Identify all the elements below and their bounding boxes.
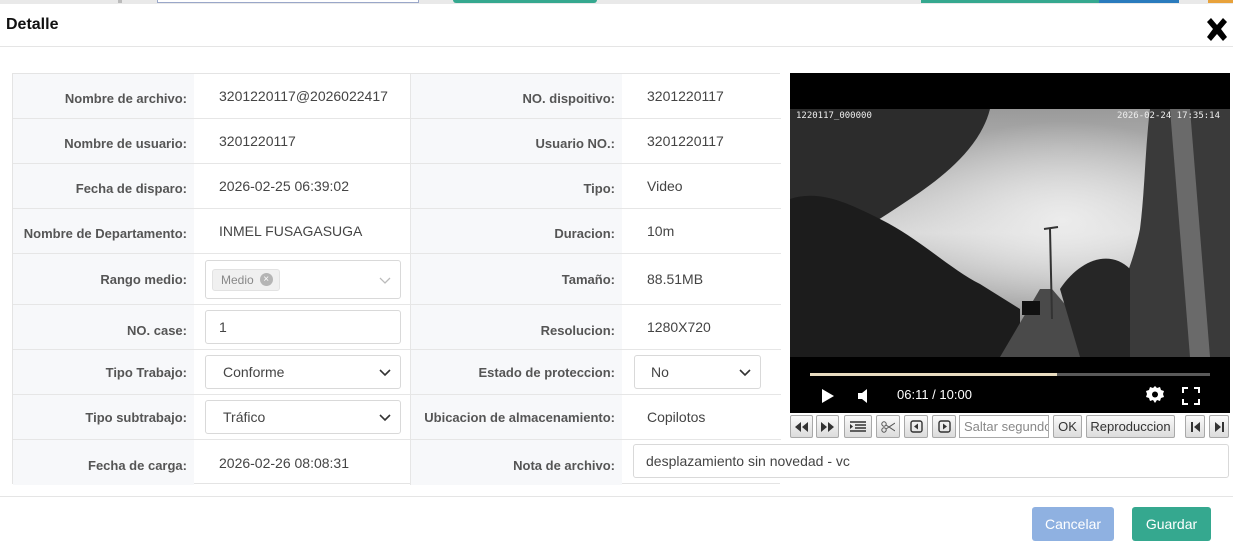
chevron-down-icon [379,414,391,422]
tipo-trabajo-select[interactable]: Conforme [205,355,401,389]
value-fecha-disparo: 2026-02-25 06:39:02 [194,164,411,208]
value-resolucion: 1280X720 [647,319,711,335]
save-button[interactable]: Guardar [1132,507,1211,541]
label-estado-proteccion: Estado de proteccion: [411,350,622,394]
value-cell-estado-proteccion: No [622,350,781,394]
estado-proteccion-value: No [651,364,669,380]
footer-divider [0,496,1233,497]
label-nombre-usuario: Nombre de usuario: [13,119,194,163]
label-duracion: Duracion: [411,209,622,253]
fullscreen-icon[interactable] [1182,387,1200,405]
time-display: 06:11 / 10:00 [897,387,972,402]
first-frame-icon[interactable] [1185,415,1205,438]
player-toolbar: Saltar segundos OK Reproduccion [790,415,1230,439]
label-tipo-subtrabajo: Tipo subtrabajo: [13,395,194,439]
progress-bar-fill [810,373,1058,376]
cancel-button[interactable]: Cancelar [1032,507,1114,541]
value-usuario-no: 3201220117 [647,133,724,149]
rewind-icon[interactable] [790,415,813,438]
value-tamano: 88.51MB [647,271,704,287]
form-row: Nombre de archivo: 3201220117@2026022417… [13,74,781,119]
value-departamento: INMEL FUSAGASUGA [194,209,411,253]
osd-timestamp: 2026-02-24 17:35:14 [1117,111,1220,121]
value-cell-tipo-trabajo: Conforme [194,350,411,394]
chevron-down-icon [739,369,751,377]
video-player[interactable]: 1220117_000000 2026-02-24 17:35:14 06:11… [790,73,1230,413]
value-ubicacion: Copilotos [647,409,706,425]
value-tipo: Video [647,178,683,194]
scissors-icon[interactable] [876,415,900,438]
list-icon[interactable] [844,415,872,438]
video-frame [790,109,1230,357]
form-row: Tipo subtrabajo: Tráfico Ubicacion de al… [13,395,781,440]
label-fecha-carga: Fecha de carga: [13,440,194,485]
close-icon[interactable] [1203,16,1231,44]
last-frame-icon[interactable] [1209,415,1229,438]
label-tipo-trabajo: Tipo Trabajo: [13,350,194,394]
form-row: Tipo Trabajo: Conforme Estado de protecc… [13,350,781,395]
tipo-trabajo-value: Conforme [223,364,285,380]
tipo-subtrabajo-value: Tráfico [223,409,266,425]
rango-medio-tag: Medio × [212,268,280,291]
next-frame-icon[interactable] [932,415,956,438]
detail-dialog: Detalle Nombre de archivo: 3201220117@20… [0,4,1233,549]
chevron-down-icon [379,369,391,377]
osd-camera-id: 1220117_000000 [796,111,872,121]
label-no-case: NO. case: [13,305,194,349]
label-nota-archivo: Nota de archivo: [411,440,622,485]
value-cell-no-case: 1 [194,305,411,349]
label-tamano: Tamaño: [411,254,622,304]
dialog-header: Detalle [0,4,1233,47]
label-departamento: Nombre de Departamento: [13,209,194,253]
chevron-down-icon [379,277,391,284]
label-fecha-disparo: Fecha de disparo: [13,164,194,208]
label-rango-medio: Rango medio: [13,254,194,304]
value-nombre-usuario: 3201220117 [194,119,411,163]
no-case-input[interactable]: 1 [205,310,401,344]
form-row: NO. case: 1 Resolucion: 1280X720 [13,305,781,350]
form-row: Nombre de usuario: 3201220117 Usuario NO… [13,119,781,164]
detail-form: Nombre de archivo: 3201220117@2026022417… [12,73,781,485]
label-ubicacion: Ubicacion de almacenamiento: [411,395,622,439]
gear-icon[interactable] [1145,385,1165,405]
ok-button[interactable]: OK [1053,415,1082,438]
form-row: Nombre de Departamento: INMEL FUSAGASUGA… [13,209,781,254]
value-nombre-archivo: 3201220117@2026022417 [194,74,411,118]
value-duracion: 10m [647,223,675,239]
label-no-dispositivo: NO. dispoitivo: [411,74,622,118]
skip-seconds-input[interactable]: Saltar segundos [959,415,1049,438]
form-row: Rango medio: Medio × Tamaño: 88.51MB [13,254,781,305]
tipo-subtrabajo-select[interactable]: Tráfico [205,400,401,434]
value-cell-rango-medio: Medio × [194,254,411,304]
remove-tag-icon[interactable]: × [259,273,273,286]
fast-forward-icon[interactable] [816,415,839,438]
progress-bar[interactable] [810,373,1210,376]
label-tipo: Tipo: [411,164,622,208]
dialog-title: Detalle [6,16,59,33]
volume-icon[interactable] [856,388,872,404]
play-icon[interactable] [820,388,836,404]
value-fecha-carga: 2026-02-26 08:08:31 [194,440,411,485]
label-resolucion: Resolucion: [411,305,622,349]
label-nombre-archivo: Nombre de archivo: [13,74,194,118]
playback-button[interactable]: Reproduccion [1086,415,1175,438]
value-no-dispositivo: 3201220117 [647,88,724,104]
rango-medio-tag-label: Medio [221,272,254,287]
form-row: Fecha de disparo: 2026-02-25 06:39:02 Ti… [13,164,781,209]
prev-frame-icon[interactable] [904,415,928,438]
label-usuario-no: Usuario NO.: [411,119,622,163]
estado-proteccion-select[interactable]: No [634,355,761,389]
nota-archivo-input[interactable]: desplazamiento sin novedad - vc [633,444,1229,478]
rango-medio-select[interactable]: Medio × [205,260,401,299]
value-cell-tipo-subtrabajo: Tráfico [194,395,411,439]
